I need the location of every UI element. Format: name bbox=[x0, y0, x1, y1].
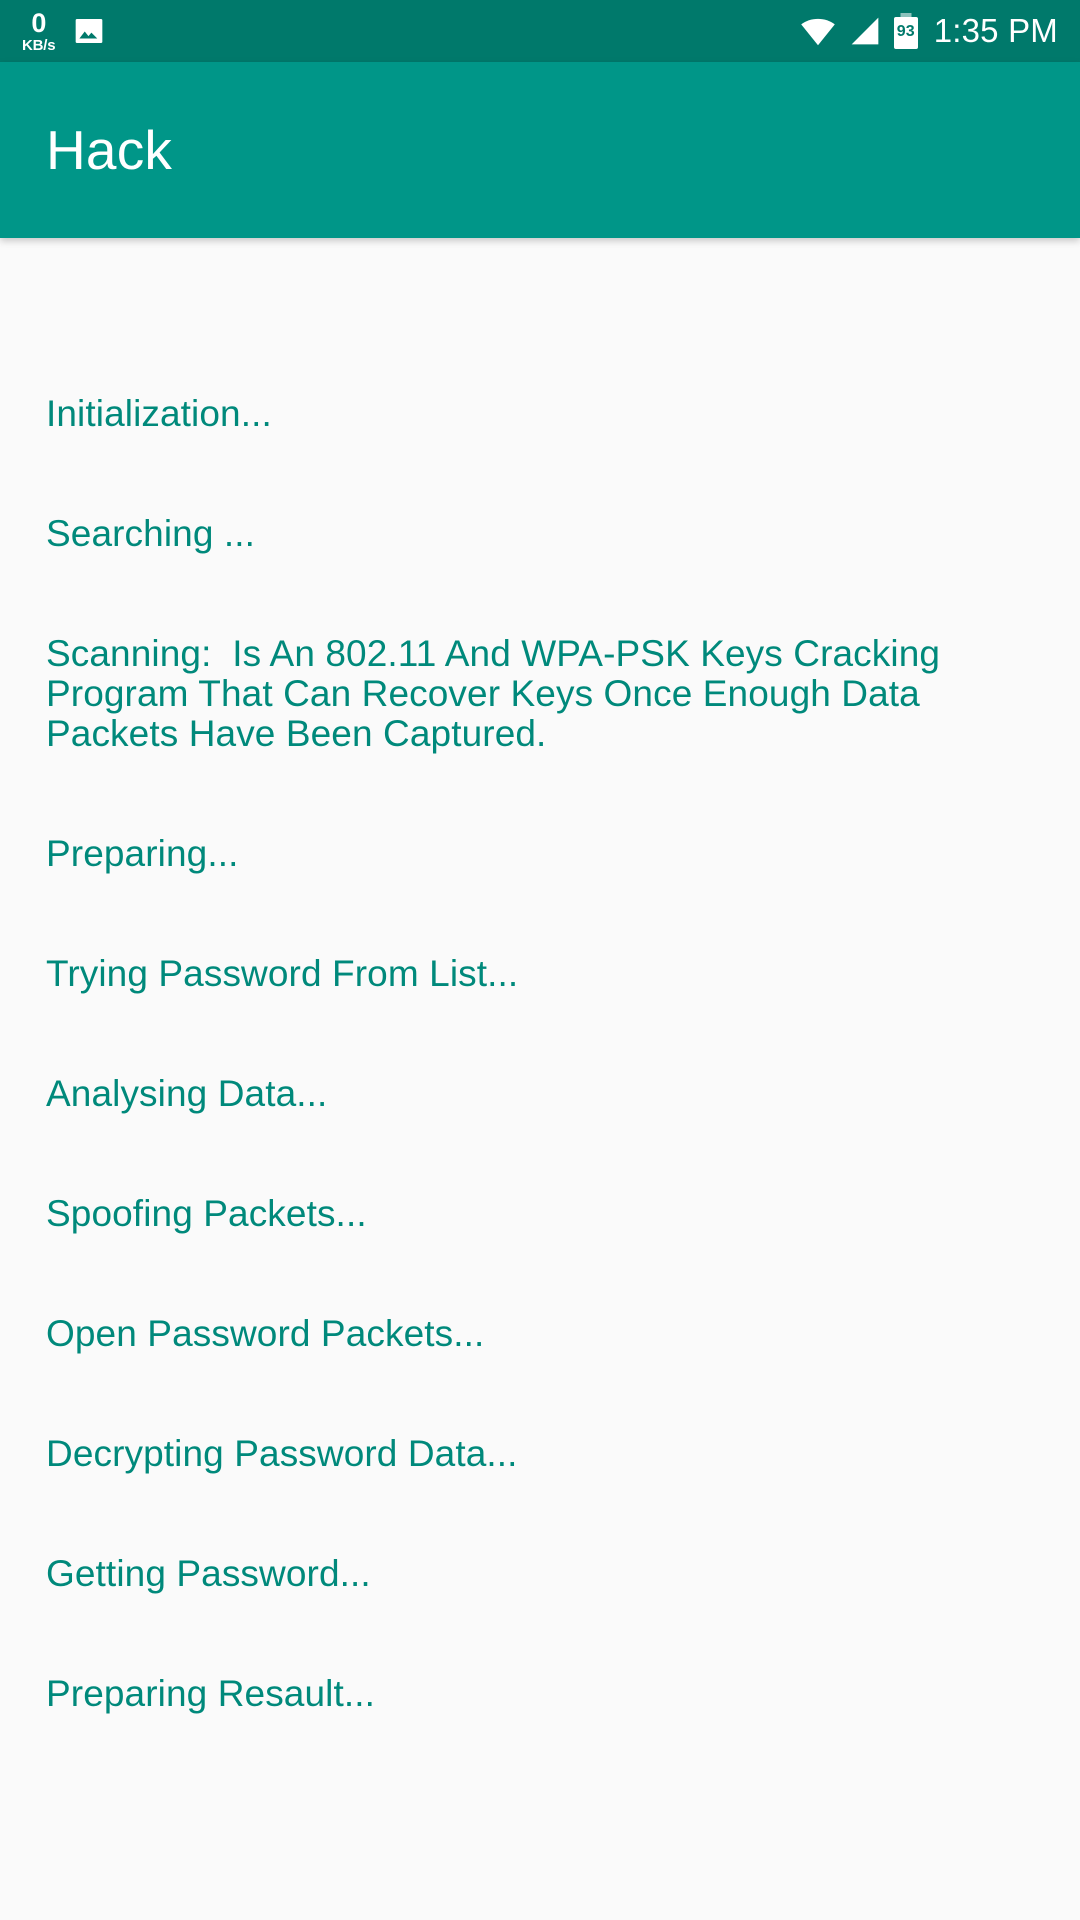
content-area: Initialization... Searching ... Scanning… bbox=[0, 238, 1080, 1920]
hack-log: Initialization... Searching ... Scanning… bbox=[46, 314, 1036, 1794]
status-bar-right: 93 1:35 PM bbox=[800, 12, 1058, 50]
log-line: Searching ... bbox=[46, 513, 256, 554]
cell-signal-icon bbox=[849, 16, 881, 46]
log-line: Initialization... bbox=[46, 393, 272, 434]
log-line: Scanning: Is An 802.11 And WPA-PSK Keys … bbox=[46, 633, 951, 754]
log-line: Spoofing Packets... bbox=[46, 1193, 367, 1234]
log-line: Preparing Resault... bbox=[46, 1673, 376, 1714]
app-screen: 0 KB/s 93 1:35 PM Hack Initialization...… bbox=[0, 0, 1080, 1920]
status-bar: 0 KB/s 93 1:35 PM bbox=[0, 0, 1080, 62]
log-line: Getting Password... bbox=[46, 1553, 371, 1594]
battery-level-label: 93 bbox=[896, 23, 915, 40]
log-line: Open Password Packets... bbox=[46, 1313, 485, 1354]
photo-icon bbox=[73, 15, 105, 47]
network-speed-value: 0 bbox=[31, 7, 46, 38]
network-speed-indicator: 0 KB/s bbox=[22, 7, 56, 54]
status-bar-left: 0 KB/s bbox=[22, 7, 105, 54]
log-line: Preparing... bbox=[46, 833, 239, 874]
battery-icon: 93 bbox=[893, 13, 918, 49]
network-speed-unit: KB/s bbox=[22, 36, 56, 54]
log-line: Analysing Data... bbox=[46, 1073, 328, 1114]
app-bar: Hack bbox=[0, 62, 1080, 238]
app-title: Hack bbox=[46, 119, 173, 181]
log-line: Decrypting Password Data... bbox=[46, 1433, 518, 1474]
log-line: Trying Password From List... bbox=[46, 953, 519, 994]
status-bar-clock: 1:35 PM bbox=[933, 12, 1058, 49]
wifi-icon bbox=[800, 16, 836, 46]
